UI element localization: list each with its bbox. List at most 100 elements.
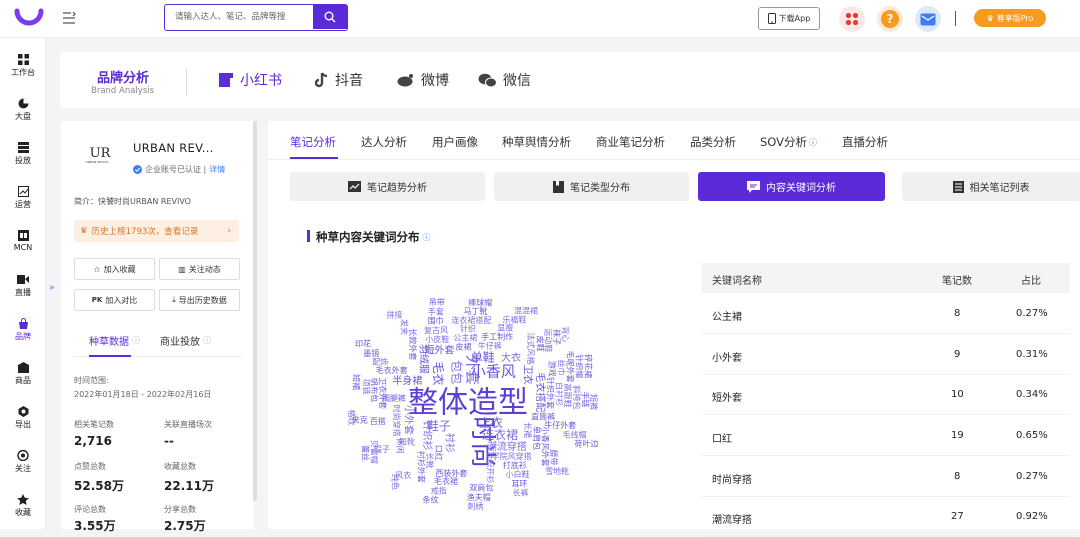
tab-sentiment-analysis[interactable]: 种草舆情分析: [502, 134, 571, 150]
xiaohongshu-icon: [219, 73, 233, 87]
verified-icon: [133, 165, 142, 174]
table-row[interactable]: 小外套 9 0.31%: [702, 335, 1070, 375]
stat-label: 相关笔记数: [74, 420, 114, 429]
stat-value: 52.58万: [74, 479, 124, 493]
table-row[interactable]: 公主裙 8 0.27%: [702, 294, 1070, 334]
word-cloud-keyword: 贝雷帽: [369, 440, 379, 464]
word-cloud-keyword: 小白鞋: [506, 469, 530, 479]
comment-icon: [747, 180, 760, 193]
sidebar-item-mcn[interactable]: MCN: [0, 230, 46, 252]
search-button[interactable]: [313, 5, 347, 29]
keyword-cell: 潮流穿搭: [712, 515, 752, 526]
sidebar-item-export[interactable]: 导出: [0, 406, 46, 430]
word-cloud-keyword: 针织开衫: [485, 451, 495, 483]
follow-updates-button[interactable]: ▥ 关注动态: [159, 258, 240, 280]
word-cloud-keyword: 棒球帽: [468, 298, 492, 308]
info-icon: ⓘ: [809, 137, 818, 147]
brand-header: 品牌分析 Brand Analysis 小红书 抖音 微博 微信: [60, 52, 1080, 108]
search-input[interactable]: [165, 5, 313, 29]
word-cloud-keyword: 打底衫: [503, 460, 527, 470]
weibo-icon: [397, 74, 413, 87]
add-favorite-button[interactable]: ☆ 加入收藏: [74, 258, 155, 280]
menu-toggle-icon[interactable]: [62, 11, 76, 25]
sidebar-item-favorites[interactable]: 收藏: [0, 494, 46, 518]
time-range-value: 2022年01月18日 - 2022年02月16日: [74, 390, 212, 399]
word-cloud-keyword: 卫衣: [522, 365, 535, 385]
sidebar-item-follow[interactable]: 关注: [0, 450, 46, 474]
subtab-content-keywords[interactable]: 内容关键词分析: [698, 172, 885, 201]
tab-category-analysis[interactable]: 品类分析: [690, 134, 736, 150]
subtab-note-trend[interactable]: 笔记趋势分析: [290, 172, 485, 201]
help-button[interactable]: ?: [877, 6, 903, 32]
tab-sov-analysis[interactable]: SOV分析 ⓘ: [760, 134, 817, 150]
platform-tab-wechat[interactable]: 微信: [478, 70, 531, 90]
sidebar-item-label: 品牌: [15, 332, 31, 341]
table-row[interactable]: 口红 19 0.65%: [702, 416, 1070, 456]
subtab-note-type[interactable]: 笔记类型分布: [494, 172, 689, 201]
platform-tab-weibo[interactable]: 微博: [397, 70, 449, 90]
keyword-cell: 时尚穿搭: [712, 475, 752, 486]
apps-icon: [845, 12, 859, 26]
active-tab-indicator: [89, 355, 131, 357]
sidebar-item-placement[interactable]: 投放: [0, 142, 46, 166]
word-cloud-keyword: 腰带: [549, 449, 558, 465]
word-cloud-keyword: 毛线帽: [563, 429, 587, 439]
brand-info-panel: UR URBAN REVIVO URBAN REV... 企业账号已认证 | 详…: [61, 121, 254, 533]
rank-history-label: 历史上榜1793次，查看记录: [91, 227, 199, 237]
table-row[interactable]: 潮流穿搭 27 0.92%: [702, 497, 1070, 537]
tab-influencer-analysis[interactable]: 达人分析: [361, 134, 407, 150]
word-cloud-keyword: 连衣裙搭配: [451, 315, 491, 325]
tab-seeding-data[interactable]: 种草数据 ⓘ: [89, 333, 140, 348]
app-logo[interactable]: [13, 5, 45, 32]
platform-tab-douyin[interactable]: 抖音: [315, 70, 363, 90]
rank-history-banner[interactable]: ♛ 历史上榜1793次，查看记录 ›: [74, 220, 239, 242]
tab-commercial[interactable]: 商业投放 ⓘ: [160, 333, 211, 348]
word-cloud-keyword: 渔夫帽: [467, 492, 491, 502]
messages-button[interactable]: [915, 6, 941, 32]
table-header: 关键词名称 笔记数 占比: [702, 263, 1070, 293]
word-cloud-keyword: 半身裙: [392, 374, 422, 387]
subtab-related-notes[interactable]: 相关笔记列表: [902, 172, 1080, 201]
word-cloud-keyword: 碎花裙: [584, 354, 594, 378]
column-header: 笔记数: [942, 276, 972, 287]
time-range-label: 时间范围:: [74, 376, 109, 385]
sidebar-item-goods[interactable]: 商品: [0, 362, 46, 386]
panel-scrollbar[interactable]: [253, 121, 257, 501]
expand-sidebar-icon[interactable]: »: [49, 283, 55, 293]
platform-tab-xiaohongshu[interactable]: 小红书: [218, 70, 282, 90]
word-cloud-keyword: 小皮鞋: [425, 334, 449, 344]
export-history-button[interactable]: ⤓ 导出历史数据: [159, 289, 240, 311]
word-cloud-keyword: 格纹: [347, 410, 357, 426]
tab-user-profile[interactable]: 用户画像: [432, 134, 478, 150]
download-app-button[interactable]: 下载App: [758, 7, 820, 30]
word-cloud-keyword: 吊带: [429, 298, 445, 307]
tab-note-analysis[interactable]: 笔记分析: [290, 134, 336, 150]
pro-upgrade-button[interactable]: ♛ 尊享版Pro: [974, 9, 1046, 27]
tab-label: 达人分析: [361, 135, 407, 149]
sidebar-item-workbench[interactable]: 工作台: [0, 54, 46, 78]
help-icon: ?: [881, 10, 899, 28]
goods-icon: [17, 362, 29, 373]
tab-commercial-notes[interactable]: 商业笔记分析: [596, 134, 665, 150]
table-row[interactable]: 短外套 10 0.34%: [702, 375, 1070, 415]
word-cloud-keyword: 口红: [434, 445, 444, 461]
section-accent-bar: [307, 230, 310, 242]
table-row[interactable]: 时尚穿搭 8 0.27%: [702, 457, 1070, 497]
sidebar-item-overview[interactable]: 大盘: [0, 98, 46, 122]
sidebar-item-live[interactable]: 直播: [0, 274, 46, 298]
word-cloud-keyword: 耳环: [511, 479, 527, 488]
sidebar-item-operation[interactable]: 运营: [0, 186, 46, 210]
trend-chart-icon: [348, 181, 361, 192]
word-cloud-keyword: 皮裙: [456, 342, 472, 352]
word-cloud-keyword: 衬衫: [444, 433, 457, 453]
sidebar-item-brand[interactable]: 品牌: [0, 318, 46, 342]
word-cloud-keyword: 马丁靴: [463, 306, 487, 316]
verification-detail-link[interactable]: 详情: [209, 164, 225, 175]
add-compare-button[interactable]: PK 加入对比: [74, 289, 155, 311]
divider: [955, 11, 956, 26]
apps-button[interactable]: [839, 6, 865, 32]
word-cloud-keyword: 发夹: [400, 319, 410, 335]
word-cloud-keyword: 学院风穿搭: [492, 451, 532, 461]
tab-live-analysis[interactable]: 直播分析: [842, 134, 888, 150]
ratio-cell: 0.27%: [1016, 471, 1048, 482]
